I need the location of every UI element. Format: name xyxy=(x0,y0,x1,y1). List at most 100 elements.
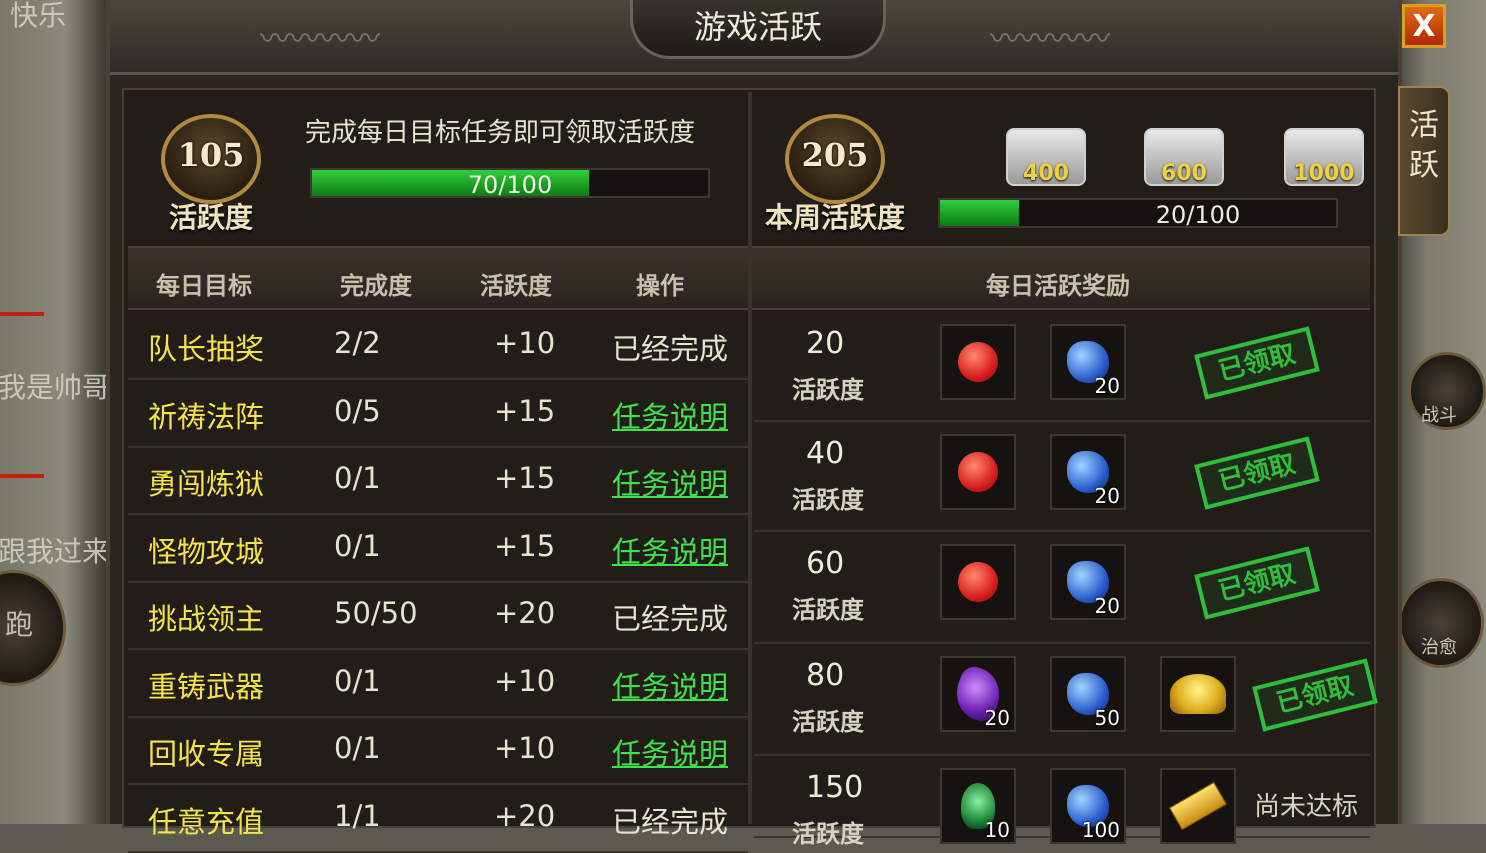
task-info-link[interactable]: 任务说明 xyxy=(612,394,728,436)
close-button[interactable]: X xyxy=(1402,4,1446,48)
item-count: 10 xyxy=(984,818,1010,842)
task-progress: 0/5 xyxy=(334,393,381,428)
item-count: 20 xyxy=(1094,594,1120,618)
item-count: 20 xyxy=(1094,374,1120,398)
heal-button[interactable]: 治愈 xyxy=(1398,578,1484,668)
battle-button[interactable]: 战斗 xyxy=(1408,352,1486,430)
reward-unit-label: 活跃度 xyxy=(792,708,864,736)
dragon-ornament-icon: 〰〰〰〰 xyxy=(990,22,1110,57)
task-name: 队长抽奖 xyxy=(148,332,265,366)
reward-item-slot[interactable]: 50 xyxy=(1050,656,1126,732)
task-name: 怪物攻城 xyxy=(148,534,265,569)
reward-item-slot[interactable] xyxy=(940,324,1016,400)
task-progress: 0/1 xyxy=(334,663,381,698)
chest-1000[interactable]: 1000 xyxy=(1284,128,1364,186)
task-name: 祈祷法阵 xyxy=(148,399,265,434)
gold-bar-icon xyxy=(1168,781,1228,831)
daily-progress-bar: 70/100 xyxy=(310,168,710,199)
side-tab-activity[interactable]: 活跃 xyxy=(1398,86,1450,236)
task-info-link[interactable]: 任务说明 xyxy=(612,461,728,503)
claimed-stamp: 已领取 xyxy=(1194,436,1320,510)
claimed-stamp: 已领取 xyxy=(1194,546,1320,620)
reward-item-slot[interactable] xyxy=(940,434,1016,510)
tasks-header: 每日目标 完成度 活跃度 操作 xyxy=(128,246,748,310)
reward-row: 80 活跃度 20 50 已领取 xyxy=(754,644,1378,756)
daily-activity-label: 活跃度 xyxy=(168,201,253,234)
task-progress: 0/1 xyxy=(334,731,381,765)
background-left xyxy=(0,0,108,824)
task-progress: 2/2 xyxy=(334,326,381,360)
chest-threshold: 600 xyxy=(1161,161,1207,186)
daily-activity-score: 105 xyxy=(177,136,245,174)
task-activity: +10 xyxy=(494,326,556,360)
header-activity: 活跃度 xyxy=(480,272,552,300)
reward-item-slot[interactable]: 20 xyxy=(1050,434,1126,510)
reward-unit-label: 活跃度 xyxy=(792,486,864,514)
claimed-stamp: 已领取 xyxy=(1194,326,1320,400)
hp-bar xyxy=(0,312,44,316)
reward-threshold: 20 xyxy=(806,326,845,361)
daily-description: 完成每日目标任务即可领取活跃度 xyxy=(305,118,696,148)
header-action: 操作 xyxy=(636,272,684,300)
task-name: 任意充值 xyxy=(148,804,265,839)
title-bar: 〰〰〰〰 〰〰〰〰 游戏活跃 xyxy=(110,0,1398,75)
reward-row: 20 活跃度 20 已领取 xyxy=(754,312,1370,422)
reward-item-slot[interactable]: 20 xyxy=(940,656,1016,732)
reward-unit-label: 活跃度 xyxy=(792,820,864,848)
chest-400[interactable]: 400 xyxy=(1006,128,1086,186)
reward-item-slot[interactable]: 100 xyxy=(1050,768,1126,844)
item-count: 100 xyxy=(1081,818,1120,842)
reward-row: 60 活跃度 20 已领取 xyxy=(754,532,1370,644)
task-activity: +20 xyxy=(494,596,556,630)
daily-activity-emblem: 105 活跃度 xyxy=(146,100,276,234)
chat-text: 快乐 xyxy=(10,0,67,32)
task-activity: +15 xyxy=(494,528,556,563)
task-info-link[interactable]: 任务说明 xyxy=(612,664,728,706)
dragon-ornament-icon: 〰〰〰〰 xyxy=(260,22,380,57)
chest-threshold: 1000 xyxy=(1293,161,1355,186)
hp-bar xyxy=(0,474,44,478)
task-row: 勇闯炼狱 0/1 +15 任务说明 xyxy=(128,447,748,515)
reward-item-slot[interactable]: 20 xyxy=(1050,324,1126,400)
task-name: 挑战领主 xyxy=(148,602,265,636)
task-progress: 0/1 xyxy=(334,461,381,495)
daily-progress-text: 70/100 xyxy=(467,171,553,199)
item-count: 50 xyxy=(1094,706,1120,730)
chat-text: 跟我过来 xyxy=(0,535,111,568)
heal-label: 治愈 xyxy=(1421,637,1457,658)
reward-item-slot[interactable] xyxy=(940,544,1016,620)
reward-row: 150 活跃度 10 100 尚未达标 xyxy=(754,756,1370,848)
apple-icon xyxy=(958,562,998,602)
side-tab-label: 活跃 xyxy=(1409,108,1439,183)
weekly-activity-emblem: 205 本周活跃度 xyxy=(765,100,905,234)
rewards-header: 每日活跃奖励 xyxy=(752,246,1370,310)
skill-label: 跑 xyxy=(5,608,34,641)
reward-status: 尚未达标 xyxy=(1254,792,1359,822)
reward-row: 40 活跃度 20 已领取 xyxy=(754,422,1370,532)
task-status: 已经完成 xyxy=(612,332,729,366)
claimed-stamp: 已领取 xyxy=(1252,658,1378,732)
task-activity: +10 xyxy=(494,663,556,698)
reward-threshold: 40 xyxy=(806,436,845,471)
reward-item-slot[interactable]: 20 xyxy=(1050,544,1126,620)
title-plate: 游戏活跃 xyxy=(630,0,886,59)
reward-item-slot[interactable] xyxy=(1160,768,1236,844)
task-info-link[interactable]: 任务说明 xyxy=(612,731,728,773)
chat-text: 我是帅哥 xyxy=(0,371,111,404)
reward-item-slot[interactable]: 10 xyxy=(940,768,1016,844)
task-info-link[interactable]: 任务说明 xyxy=(612,529,728,571)
task-row: 挑战领主 50/50 +20 已经完成 xyxy=(128,582,748,650)
task-name: 勇闯炼狱 xyxy=(148,467,265,501)
apple-icon xyxy=(958,342,998,382)
reward-unit-label: 活跃度 xyxy=(792,376,864,404)
task-name: 重铸武器 xyxy=(148,669,265,704)
apple-icon xyxy=(958,452,998,492)
item-count: 20 xyxy=(984,706,1010,730)
task-row: 重铸武器 0/1 +10 任务说明 xyxy=(128,650,748,718)
task-activity: +10 xyxy=(494,731,556,765)
task-status: 已经完成 xyxy=(612,602,729,636)
reward-threshold: 80 xyxy=(806,658,845,693)
reward-item-slot[interactable] xyxy=(1160,656,1236,732)
chest-600[interactable]: 600 xyxy=(1144,128,1224,186)
weekly-activity-label: 本周活跃度 xyxy=(764,201,905,234)
